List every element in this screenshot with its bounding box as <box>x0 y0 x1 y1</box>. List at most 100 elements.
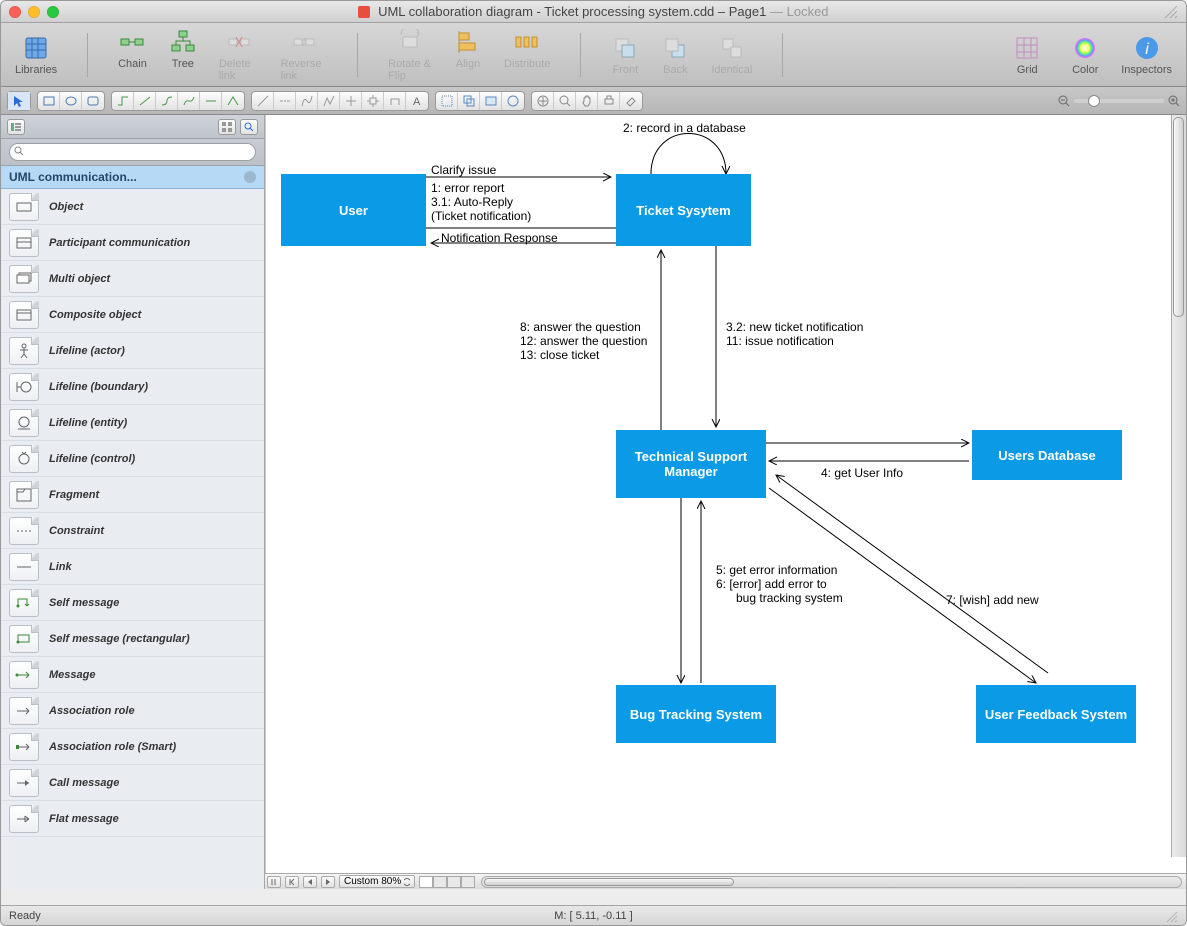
page-tabs[interactable] <box>419 876 475 888</box>
toolbar-inspectors[interactable]: iInspectors <box>1121 34 1172 76</box>
node-user-label: User <box>339 203 368 218</box>
pointer-tool[interactable] <box>8 92 30 110</box>
node-tsm[interactable]: Technical Support Manager <box>616 430 766 498</box>
close-category-icon[interactable] <box>244 171 256 183</box>
line-tool-6[interactable] <box>362 92 384 110</box>
toolbar-grid[interactable]: Grid <box>1013 34 1041 76</box>
library-item-message[interactable]: Message <box>1 657 264 693</box>
toolbar-label: Delete link <box>219 58 259 82</box>
vertical-scrollbar[interactable] <box>1171 115 1186 857</box>
color-icon <box>1071 34 1099 62</box>
group-tool-2[interactable] <box>458 92 480 110</box>
label-clarify: Clarify issue <box>431 163 496 177</box>
line-tool-5[interactable] <box>340 92 362 110</box>
toolbar-libraries[interactable]: Libraries <box>15 34 57 76</box>
toolbar-color[interactable]: Color <box>1071 34 1099 76</box>
library-category-label: UML communication... <box>9 170 137 184</box>
page-first[interactable] <box>285 876 299 888</box>
page-pause[interactable] <box>267 876 281 888</box>
library-item-association-role[interactable]: Association role <box>1 693 264 729</box>
library-item-composite-object[interactable]: Composite object <box>1 297 264 333</box>
toolbar-chain[interactable]: Chain <box>118 28 147 82</box>
node-bug[interactable]: Bug Tracking System <box>616 685 776 743</box>
group-tool-4[interactable] <box>502 92 524 110</box>
diagram-canvas[interactable]: User Ticket Sysytem Technical Support Ma… <box>265 115 1186 873</box>
library-category[interactable]: UML communication... <box>1 166 264 189</box>
library-item-self-message[interactable]: Self message <box>1 585 264 621</box>
rrect-tool[interactable] <box>82 92 104 110</box>
label-7: 7: [wish] add new <box>946 593 1039 607</box>
page-prev[interactable] <box>303 876 317 888</box>
text-tool[interactable]: A <box>406 92 428 110</box>
page-tab-2[interactable] <box>433 876 447 888</box>
page-tab-4[interactable] <box>461 876 475 888</box>
tool-strip: A <box>1 87 1186 115</box>
page-tab-3[interactable] <box>447 876 461 888</box>
rect-shape-icon <box>9 193 39 221</box>
library-item-constraint[interactable]: Constraint <box>1 513 264 549</box>
line-tool-1[interactable] <box>252 92 274 110</box>
connector-5[interactable] <box>200 92 222 110</box>
library-search-input[interactable] <box>9 143 256 161</box>
node-users-db[interactable]: Users Database <box>972 430 1122 480</box>
msg-shape-icon <box>9 661 39 689</box>
library-item-self-message-rectangular-[interactable]: Self message (rectangular) <box>1 621 264 657</box>
eraser-tool[interactable] <box>620 92 642 110</box>
sidebar-view-1[interactable] <box>7 119 25 135</box>
library-sidebar: UML communication... Object Participant c… <box>1 115 265 889</box>
toolbar-back: Back <box>661 34 689 76</box>
group-tool-1[interactable] <box>436 92 458 110</box>
library-item-object[interactable]: Object <box>1 189 264 225</box>
toolbar-distribute: Distribute <box>504 28 550 82</box>
sidebar-view-2[interactable] <box>218 119 236 135</box>
assoc-shape-icon <box>9 697 39 725</box>
page-tab-1[interactable] <box>419 876 433 888</box>
library-item-lifeline-actor-[interactable]: Lifeline (actor) <box>1 333 264 369</box>
line-tool-4[interactable] <box>318 92 340 110</box>
library-item-flat-message[interactable]: Flat message <box>1 801 264 837</box>
page-next[interactable] <box>321 876 335 888</box>
library-item-association-role-smart-[interactable]: Association role (Smart) <box>1 729 264 765</box>
toolbar-tree[interactable]: Tree <box>169 28 197 82</box>
rect-tool[interactable] <box>38 92 60 110</box>
nav-tool-1[interactable] <box>532 92 554 110</box>
library-item-fragment[interactable]: Fragment <box>1 477 264 513</box>
toolbar-label: Front <box>613 64 639 76</box>
library-item-link[interactable]: Link <box>1 549 264 585</box>
library-item-call-message[interactable]: Call message <box>1 765 264 801</box>
selfmsg-shape-icon <box>9 589 39 617</box>
ellipse-tool[interactable] <box>60 92 82 110</box>
library-item-multi-object[interactable]: Multi object <box>1 261 264 297</box>
node-user[interactable]: User <box>281 174 426 246</box>
library-item-label: Object <box>49 201 83 213</box>
magnify-tool[interactable] <box>554 92 576 110</box>
horizontal-scrollbar[interactable] <box>481 876 1182 888</box>
hand-tool[interactable] <box>576 92 598 110</box>
print-tool[interactable] <box>598 92 620 110</box>
zoom-slider[interactable] <box>1074 99 1164 103</box>
zoom-in-icon[interactable] <box>1168 95 1180 107</box>
zoom-dropdown[interactable]: Custom 80% <box>339 875 415 888</box>
library-item-label: Self message <box>49 597 119 609</box>
zoom-out-icon[interactable] <box>1058 95 1070 107</box>
library-item-lifeline-entity-[interactable]: Lifeline (entity) <box>1 405 264 441</box>
line-tool-2[interactable] <box>274 92 296 110</box>
connector-6[interactable] <box>222 92 244 110</box>
library-item-lifeline-boundary-[interactable]: Lifeline (boundary) <box>1 369 264 405</box>
label-6b: bug tracking system <box>716 591 843 605</box>
connector-3[interactable] <box>156 92 178 110</box>
group-tool-3[interactable] <box>480 92 502 110</box>
line-tool-7[interactable] <box>384 92 406 110</box>
library-item-participant-communication[interactable]: Participant communication <box>1 225 264 261</box>
connector-2[interactable] <box>134 92 156 110</box>
library-item-lifeline-control-[interactable]: Lifeline (control) <box>1 441 264 477</box>
library-item-label: Lifeline (entity) <box>49 417 127 429</box>
connector-1[interactable] <box>112 92 134 110</box>
toolbar-label: Rotate & Flip <box>388 58 432 82</box>
connector-4[interactable] <box>178 92 200 110</box>
line-tool-3[interactable] <box>296 92 318 110</box>
node-feedback[interactable]: User Feedback System <box>976 685 1136 743</box>
library-item-label: Lifeline (actor) <box>49 345 125 357</box>
node-ticket[interactable]: Ticket Sysytem <box>616 174 751 246</box>
sidebar-search-button[interactable] <box>240 119 258 135</box>
